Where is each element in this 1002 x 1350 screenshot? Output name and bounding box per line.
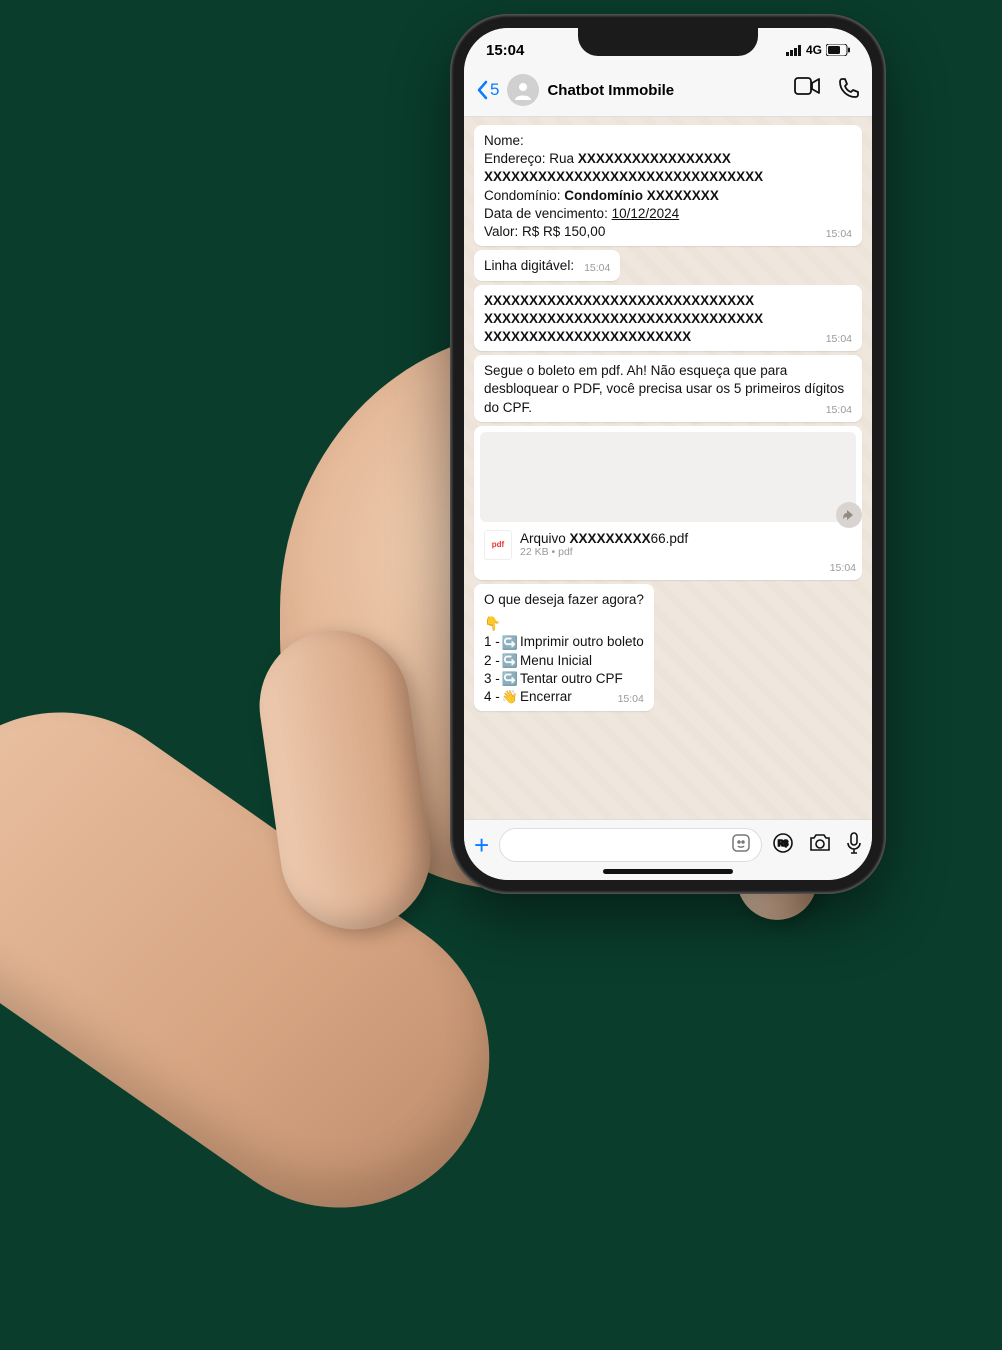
sticker-icon — [731, 833, 751, 853]
menu-option-3: 3 - ↪️Tentar outro CPF — [484, 670, 644, 688]
msg-time: 15:04 — [480, 562, 856, 574]
back-button[interactable]: 5 — [476, 80, 499, 100]
forward-button[interactable] — [836, 502, 862, 528]
msg-time: 15:04 — [584, 261, 610, 275]
point-down-emoji: 👇 — [484, 615, 644, 633]
message-pdf-attachment[interactable]: pdf Arquivo XXXXXXXXX66.pdf 22 KB • pdf … — [474, 426, 862, 580]
pdf-filename: Arquivo XXXXXXXXX66.pdf — [520, 531, 852, 546]
msg-time: 15:04 — [618, 692, 644, 706]
pdf-meta: 22 KB • pdf — [520, 546, 852, 558]
menu-question: O que deseja fazer agora? — [484, 591, 644, 609]
svg-text:R$: R$ — [778, 839, 789, 848]
pdf-preview-thumbnail — [480, 432, 856, 522]
sticker-button[interactable] — [731, 833, 751, 858]
phone-notch — [578, 28, 758, 56]
chat-title[interactable]: Chatbot Immobile — [547, 82, 786, 99]
status-time: 15:04 — [486, 42, 524, 59]
message-input[interactable] — [499, 828, 762, 862]
arrow-box-icon: ↪️ — [502, 652, 518, 670]
camera-button[interactable] — [808, 833, 832, 858]
detail-endereco: Endereço: Rua XXXXXXXXXXXXXXXXX — [484, 150, 852, 168]
detail-endereco-cont: XXXXXXXXXXXXXXXXXXXXXXXXXXXXXXX — [484, 169, 763, 184]
camera-icon — [808, 833, 832, 853]
phone-icon — [838, 77, 860, 99]
pdf-file-icon: pdf — [484, 530, 512, 560]
chevron-left-icon — [476, 80, 488, 100]
phone-screen: 15:04 4G 5 Chatbot Immobile — [464, 28, 872, 880]
menu-option-2: 2 - ↪️Menu Inicial — [484, 652, 644, 670]
message-linha-label[interactable]: Linha digitável: 15:04 — [474, 250, 620, 280]
detail-nome: Nome: — [484, 132, 852, 150]
back-count: 5 — [490, 80, 499, 100]
msg-time: 15:04 — [826, 227, 852, 241]
phone-frame: 15:04 4G 5 Chatbot Immobile — [450, 14, 886, 894]
video-icon — [794, 77, 820, 95]
person-icon — [513, 80, 533, 100]
voice-call-button[interactable] — [838, 77, 860, 104]
menu-option-4: 4 - 👋Encerrar 15:04 — [484, 688, 644, 706]
wave-icon: 👋 — [502, 688, 518, 706]
payment-button[interactable]: R$ — [772, 832, 794, 859]
chat-body[interactable]: Nome: Endereço: Rua XXXXXXXXXXXXXXXXX XX… — [464, 117, 872, 819]
attach-button[interactable]: + — [474, 832, 489, 858]
detail-condominio: Condomínio: Condomínio XXXXXXXX — [484, 187, 852, 205]
message-instructions[interactable]: Segue o boleto em pdf. Ah! Não esqueça q… — [474, 355, 862, 422]
payment-icon: R$ — [772, 832, 794, 854]
chat-header: 5 Chatbot Immobile — [464, 68, 872, 117]
mic-button[interactable] — [846, 832, 862, 859]
home-indicator[interactable] — [603, 869, 733, 874]
detail-valor: Valor: R$ R$ 150,00 15:04 — [484, 223, 852, 241]
avatar[interactable] — [507, 74, 539, 106]
arrow-box-icon: ↪️ — [502, 670, 518, 688]
forward-icon — [842, 508, 856, 522]
msg-time: 15:04 — [826, 332, 852, 346]
menu-option-1: 1 - ↪️Imprimir outro boleto — [484, 633, 644, 651]
mic-icon — [846, 832, 862, 854]
message-linha-digitavel[interactable]: XXXXXXXXXXXXXXXXXXXXXXXXXXXXXX XXXXXXXXX… — [474, 285, 862, 352]
signal-icon — [786, 45, 802, 56]
message-details[interactable]: Nome: Endereço: Rua XXXXXXXXXXXXXXXXX XX… — [474, 125, 862, 246]
arrow-box-icon: ↪️ — [502, 634, 518, 652]
battery-icon — [826, 44, 850, 56]
video-call-button[interactable] — [794, 77, 820, 104]
network-label: 4G — [806, 43, 822, 57]
detail-vencimento: Data de vencimento: 10/12/2024 — [484, 205, 852, 223]
msg-time: 15:04 — [826, 403, 852, 417]
message-menu[interactable]: O que deseja fazer agora? 👇 1 - ↪️Imprim… — [474, 584, 654, 711]
